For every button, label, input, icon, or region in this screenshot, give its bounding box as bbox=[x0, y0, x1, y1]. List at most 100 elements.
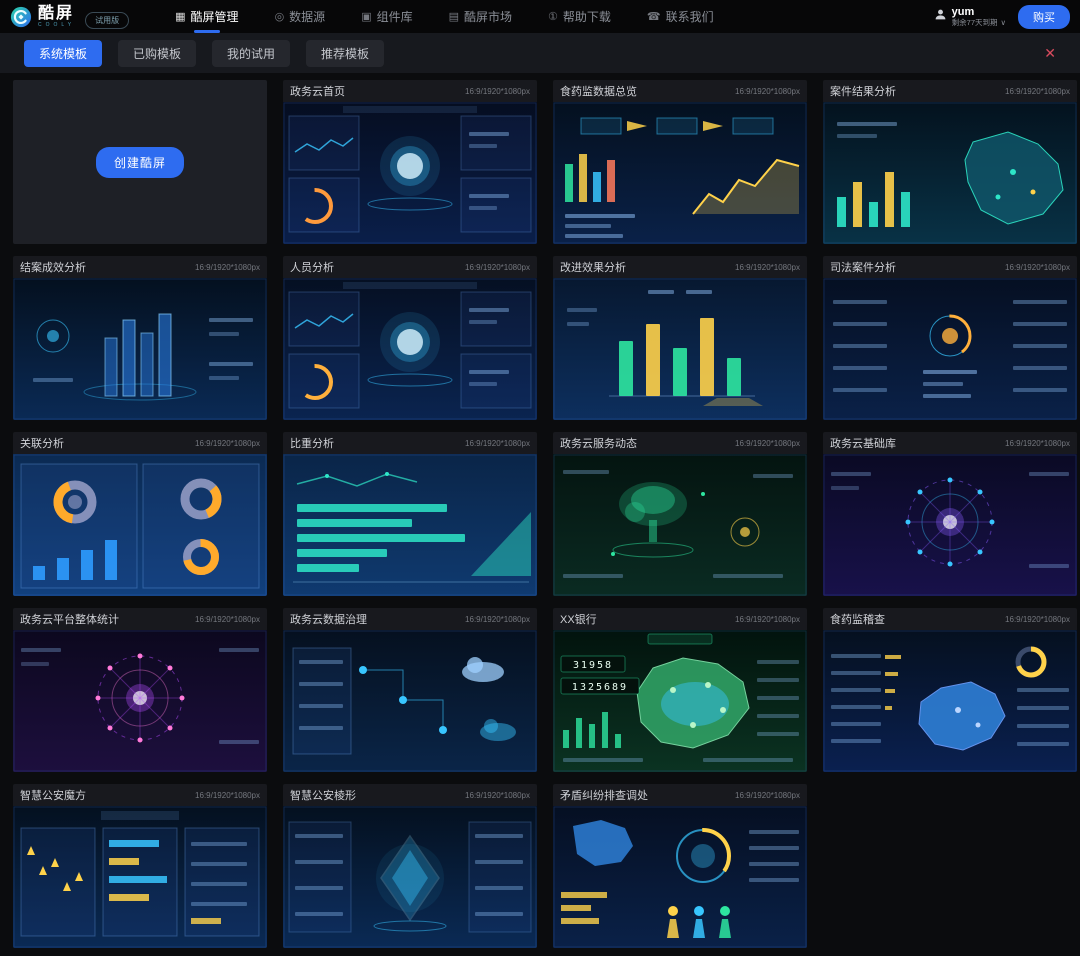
template-card-header: XX银行 16:9/1920*1080px bbox=[553, 608, 807, 630]
template-size-label: 16:9/1920*1080px bbox=[465, 87, 530, 96]
app-subtitle: COOLY bbox=[38, 23, 75, 28]
template-card[interactable]: 政务云平台整体统计 16:9/1920*1080px bbox=[13, 608, 267, 772]
template-thumbnail[interactable] bbox=[283, 806, 537, 948]
template-title: 政务云服务动态 bbox=[560, 435, 637, 451]
screen-manage-icon: ▦ bbox=[175, 10, 185, 23]
chevron-down-icon: ∨ bbox=[1001, 19, 1007, 28]
template-card-header: 智慧公安魔方 16:9/1920*1080px bbox=[13, 784, 267, 806]
trial-version-badge: 试用版 bbox=[85, 12, 129, 29]
template-thumbnail[interactable] bbox=[13, 806, 267, 948]
template-size-label: 16:9/1920*1080px bbox=[195, 615, 260, 624]
navbar-right: yum 剩余77天到期 ∨ 购买 bbox=[934, 5, 1070, 29]
template-card[interactable]: 案件结果分析 16:9/1920*1080px bbox=[823, 80, 1077, 244]
nav-item-screen-manage[interactable]: ▦ 酷屏管理 bbox=[175, 0, 238, 33]
template-size-label: 16:9/1920*1080px bbox=[735, 791, 800, 800]
template-card[interactable]: 智慧公安棱形 16:9/1920*1080px bbox=[283, 784, 537, 948]
template-thumbnail[interactable] bbox=[283, 102, 537, 244]
user-name: yum bbox=[952, 6, 1006, 19]
template-title: 结案成效分析 bbox=[20, 259, 86, 275]
tab-system-templates[interactable]: 系统模板 bbox=[24, 40, 102, 67]
template-title: 关联分析 bbox=[20, 435, 64, 451]
template-card-header: 政务云数据治理 16:9/1920*1080px bbox=[283, 608, 537, 630]
template-card[interactable]: 结案成效分析 16:9/1920*1080px bbox=[13, 256, 267, 420]
template-size-label: 16:9/1920*1080px bbox=[465, 263, 530, 272]
template-thumbnail[interactable] bbox=[553, 454, 807, 596]
template-thumbnail[interactable] bbox=[283, 454, 537, 596]
template-size-label: 16:9/1920*1080px bbox=[1005, 615, 1070, 624]
template-thumbnail[interactable] bbox=[553, 806, 807, 948]
close-icon[interactable]: ✕ bbox=[1044, 46, 1056, 60]
template-card[interactable]: 政务云数据治理 16:9/1920*1080px bbox=[283, 608, 537, 772]
tab-purchased-templates[interactable]: 已购模板 bbox=[118, 40, 196, 67]
component-lib-icon: ▣ bbox=[361, 10, 371, 23]
template-card-header: 司法案件分析 16:9/1920*1080px bbox=[823, 256, 1077, 278]
logo-group[interactable]: 酷屏 COOLY 试用版 bbox=[10, 4, 129, 29]
template-card[interactable]: 食药监稽查 16:9/1920*1080px bbox=[823, 608, 1077, 772]
market-icon: ▤ bbox=[449, 10, 459, 23]
template-thumbnail[interactable] bbox=[553, 278, 807, 420]
trial-expiry-text: 剩余77天到期 bbox=[952, 19, 998, 28]
template-card[interactable]: XX银行 16:9/1920*1080px 31958 1325689 bbox=[553, 608, 807, 772]
template-title: 食药监稽查 bbox=[830, 611, 885, 627]
template-thumbnail[interactable] bbox=[823, 278, 1077, 420]
template-thumbnail[interactable]: 31958 1325689 bbox=[553, 630, 807, 772]
user-avatar-icon bbox=[934, 8, 947, 21]
nav-item-datasource[interactable]: ◎ 数据源 bbox=[275, 0, 326, 33]
template-card[interactable]: 政务云首页 16:9/1920*1080px bbox=[283, 80, 537, 244]
template-card[interactable]: 改进效果分析 16:9/1920*1080px bbox=[553, 256, 807, 420]
template-title: 政务云基础库 bbox=[830, 435, 896, 451]
template-card[interactable]: 食药监数据总览 16:9/1920*1080px bbox=[553, 80, 807, 244]
template-size-label: 16:9/1920*1080px bbox=[1005, 263, 1070, 272]
buy-button[interactable]: 购买 bbox=[1018, 5, 1070, 29]
template-card-header: 政务云首页 16:9/1920*1080px bbox=[283, 80, 537, 102]
template-thumbnail[interactable] bbox=[553, 102, 807, 244]
create-screen-button[interactable]: 创建酷屏 bbox=[96, 147, 184, 178]
template-title: 比重分析 bbox=[290, 435, 334, 451]
nav-item-market[interactable]: ▤ 酷屏市场 bbox=[449, 0, 512, 33]
template-grid: 创建酷屏 政务云首页 16:9/1920*1080px 食药监数据总览 16:9… bbox=[0, 73, 1080, 955]
template-card[interactable]: 人员分析 16:9/1920*1080px bbox=[283, 256, 537, 420]
template-thumbnail[interactable] bbox=[13, 454, 267, 596]
nav-item-component-lib[interactable]: ▣ 组件库 bbox=[361, 0, 412, 33]
template-title: 矛盾纠纷排查调处 bbox=[560, 787, 648, 803]
main-nav: ▦ 酷屏管理 ◎ 数据源 ▣ 组件库 ▤ 酷屏市场 ① 帮助下载 ☎ 联系我们 bbox=[175, 0, 714, 33]
nav-item-contact-us[interactable]: ☎ 联系我们 bbox=[647, 0, 714, 33]
template-thumbnail[interactable] bbox=[13, 278, 267, 420]
nav-label: 组件库 bbox=[377, 8, 413, 25]
template-size-label: 16:9/1920*1080px bbox=[735, 87, 800, 96]
template-thumbnail[interactable] bbox=[823, 102, 1077, 244]
tab-my-trial[interactable]: 我的试用 bbox=[212, 40, 290, 67]
template-card-header: 案件结果分析 16:9/1920*1080px bbox=[823, 80, 1077, 102]
template-size-label: 16:9/1920*1080px bbox=[465, 791, 530, 800]
template-title: 政务云数据治理 bbox=[290, 611, 367, 627]
template-size-label: 16:9/1920*1080px bbox=[195, 791, 260, 800]
template-card-header: 政务云基础库 16:9/1920*1080px bbox=[823, 432, 1077, 454]
template-title: 司法案件分析 bbox=[830, 259, 896, 275]
template-card-header: 比重分析 16:9/1920*1080px bbox=[283, 432, 537, 454]
template-title: 政务云首页 bbox=[290, 83, 345, 99]
template-thumbnail[interactable] bbox=[283, 278, 537, 420]
template-size-label: 16:9/1920*1080px bbox=[465, 439, 530, 448]
tab-recommended-templates[interactable]: 推荐模板 bbox=[306, 40, 384, 67]
template-size-label: 16:9/1920*1080px bbox=[735, 615, 800, 624]
template-card[interactable]: 政务云基础库 16:9/1920*1080px bbox=[823, 432, 1077, 596]
template-card[interactable]: 关联分析 16:9/1920*1080px bbox=[13, 432, 267, 596]
template-thumbnail[interactable] bbox=[823, 454, 1077, 596]
user-menu[interactable]: yum 剩余77天到期 ∨ bbox=[934, 6, 1006, 27]
nav-label: 数据源 bbox=[289, 8, 325, 25]
template-size-label: 16:9/1920*1080px bbox=[735, 263, 800, 272]
template-card-header: 政务云服务动态 16:9/1920*1080px bbox=[553, 432, 807, 454]
template-card-header: 政务云平台整体统计 16:9/1920*1080px bbox=[13, 608, 267, 630]
template-thumbnail[interactable] bbox=[283, 630, 537, 772]
template-card[interactable]: 比重分析 16:9/1920*1080px bbox=[283, 432, 537, 596]
nav-item-help-download[interactable]: ① 帮助下载 bbox=[548, 0, 611, 33]
template-card[interactable]: 矛盾纠纷排查调处 16:9/1920*1080px bbox=[553, 784, 807, 948]
template-thumbnail[interactable] bbox=[13, 630, 267, 772]
template-card[interactable]: 智慧公安魔方 16:9/1920*1080px bbox=[13, 784, 267, 948]
template-thumbnail[interactable] bbox=[823, 630, 1077, 772]
template-card[interactable]: 政务云服务动态 16:9/1920*1080px bbox=[553, 432, 807, 596]
template-card[interactable]: 司法案件分析 16:9/1920*1080px bbox=[823, 256, 1077, 420]
template-title: XX银行 bbox=[560, 611, 597, 627]
nav-label: 联系我们 bbox=[666, 8, 714, 25]
nav-label: 帮助下载 bbox=[563, 8, 611, 25]
